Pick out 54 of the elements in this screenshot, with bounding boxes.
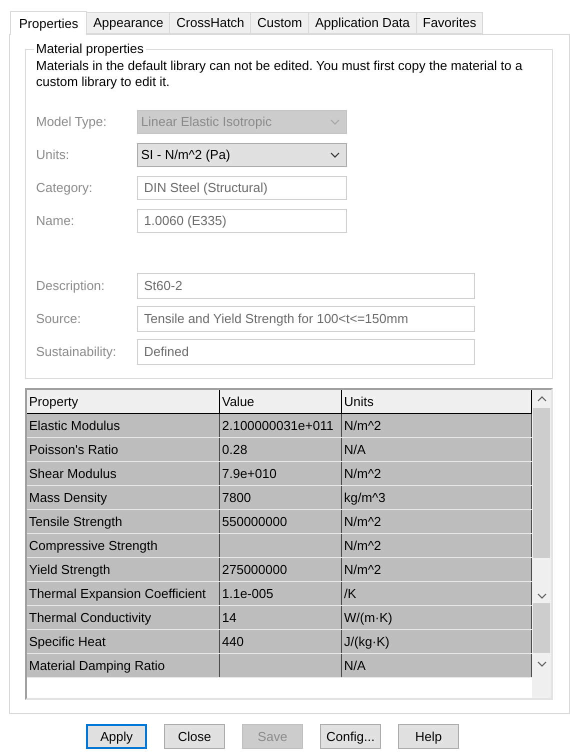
dialog-button[interactable]: Help — [398, 724, 459, 749]
table-cell: 440 — [220, 630, 342, 653]
text-field[interactable]: 1.0060 (E335) — [137, 209, 347, 233]
table-cell: 14 — [220, 606, 342, 629]
tab[interactable]: CrossHatch — [170, 12, 252, 34]
tab[interactable]: Application Data — [309, 12, 417, 34]
table-cell: 550000000 — [220, 510, 342, 533]
tab[interactable]: Properties — [10, 11, 88, 35]
table-cell: 2.100000031e+011 — [220, 414, 342, 437]
table-cell: 275000000 — [220, 558, 342, 581]
tab[interactable]: Favorites — [416, 12, 484, 34]
table-cell: Tensile Strength — [27, 510, 220, 533]
column-header[interactable]: Value — [220, 390, 342, 413]
table-cell: 0.28 — [220, 438, 342, 461]
table-cell: Elastic Modulus — [27, 414, 220, 437]
group-title: Material properties — [34, 41, 146, 57]
field-label: Name: — [36, 212, 76, 230]
table-cell: Yield Strength — [27, 558, 220, 581]
field-label: Source: — [36, 310, 82, 328]
dialog-button[interactable]: Close — [164, 724, 225, 749]
chevron-down-icon[interactable] — [330, 152, 340, 158]
table-cell: Material Damping Ratio — [27, 654, 220, 677]
field-label: Category: — [36, 179, 94, 198]
text-field[interactable]: DIN Steel (Structural) — [137, 176, 347, 200]
table-cell: Poisson's Ratio — [27, 438, 220, 461]
text-field[interactable]: St60-2 — [137, 273, 475, 299]
table-cell: 7.9e+010 — [220, 462, 342, 485]
column-header[interactable]: Units — [342, 390, 532, 413]
scroll-down-icon[interactable] — [536, 593, 546, 599]
field-label: Sustainability: — [36, 343, 118, 362]
scroll-up-icon[interactable] — [536, 396, 546, 402]
field-label: Model Type: — [36, 113, 108, 132]
tab[interactable]: Appearance — [87, 12, 170, 34]
table-cell: Mass Density — [27, 486, 220, 509]
dialog-button[interactable]: Apply — [86, 724, 147, 749]
dropdown[interactable]: SI - N/m^2 (Pa) — [137, 143, 347, 167]
table-cell: 1.1e-005 — [220, 582, 342, 605]
text-field[interactable]: Tensile and Yield Strength for 100<t<=150mm — [137, 306, 475, 332]
notice-text: Materials in the default library can not be edited. You must first copy the material to a custom library to edit it. — [36, 58, 524, 90]
scrollbar-thumb[interactable] — [533, 603, 550, 653]
column-header[interactable]: Property — [27, 390, 220, 413]
field-label: Units: — [36, 146, 70, 164]
table-cell: Thermal Conductivity — [27, 606, 220, 629]
table-cell: Shear Modulus — [27, 462, 220, 485]
dialog-button[interactable]: Config... — [320, 724, 381, 749]
table-cell: Specific Heat — [27, 630, 220, 653]
scroll-down-icon[interactable] — [536, 661, 546, 667]
tab[interactable]: Custom — [251, 12, 310, 34]
scrollbar-thumb[interactable] — [533, 408, 550, 558]
text-field[interactable]: Defined — [137, 339, 475, 365]
table-cell: Compressive Strength — [27, 534, 220, 557]
field-label: Description: — [36, 277, 106, 296]
table-cell: Thermal Expansion Coefficient — [27, 582, 220, 605]
table-cell: 7800 — [220, 486, 342, 509]
